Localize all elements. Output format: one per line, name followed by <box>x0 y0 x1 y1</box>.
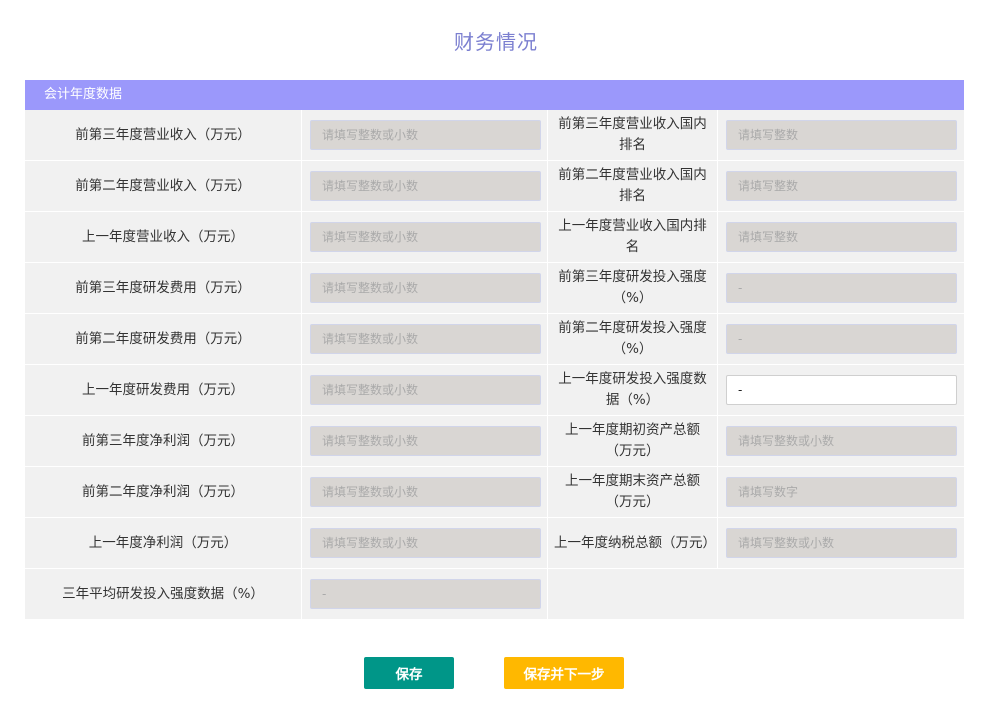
closing-total-assets-input[interactable] <box>726 477 957 507</box>
field-label: 上一年度营业收入国内排名 <box>548 212 718 263</box>
table-row: 前第二年度研发费用（万元） 前第二年度研发投入强度（%） <box>25 314 964 365</box>
field-label: 上一年度研发投入强度数据（%） <box>548 365 718 416</box>
table-row: 前第三年度研发费用（万元） 前第三年度研发投入强度（%） <box>25 263 964 314</box>
section-header: 会计年度数据 <box>25 80 964 110</box>
table-row: 上一年度营业收入（万元） 上一年度营业收入国内排名 <box>25 212 964 263</box>
field-label: 上一年度营业收入（万元） <box>25 212 302 263</box>
rd-intensity-last-year-input[interactable] <box>726 375 957 405</box>
fiscal-year-section: 会计年度数据 前第三年度营业收入（万元） 前第三年度营业收入国内排名 前第二年度… <box>25 80 964 620</box>
revenue-rank-year-minus3-input[interactable] <box>726 120 957 150</box>
field-label: 上一年度期初资产总额（万元） <box>548 416 718 467</box>
net-profit-year-minus3-input[interactable] <box>310 426 541 456</box>
table-row: 前第三年度净利润（万元） 上一年度期初资产总额（万元） <box>25 416 964 467</box>
rd-expense-year-minus2-input[interactable] <box>310 324 541 354</box>
field-label: 前第三年度净利润（万元） <box>25 416 302 467</box>
revenue-rank-last-year-input[interactable] <box>726 222 957 252</box>
save-and-next-button[interactable]: 保存并下一步 <box>504 657 624 689</box>
table-row: 前第二年度营业收入（万元） 前第二年度营业收入国内排名 <box>25 161 964 212</box>
revenue-year-minus3-input[interactable] <box>310 120 541 150</box>
revenue-rank-year-minus2-input[interactable] <box>726 171 957 201</box>
rd-expense-year-minus3-input[interactable] <box>310 273 541 303</box>
table-row: 三年平均研发投入强度数据（%） <box>25 569 964 620</box>
field-label: 前第二年度净利润（万元） <box>25 467 302 518</box>
opening-total-assets-input[interactable] <box>726 426 957 456</box>
rd-intensity-year-minus3-field <box>726 273 957 303</box>
financial-form-page: 财务情况 会计年度数据 前第三年度营业收入（万元） 前第三年度营业收入国内排名 … <box>0 0 992 704</box>
table-row: 上一年度净利润（万元） 上一年度纳税总额（万元） <box>25 518 964 569</box>
field-label: 上一年度研发费用（万元） <box>25 365 302 416</box>
table-row: 上一年度研发费用（万元） 上一年度研发投入强度数据（%） <box>25 365 964 416</box>
rd-intensity-year-minus2-field <box>726 324 957 354</box>
field-label: 前第二年度营业收入国内排名 <box>548 161 718 212</box>
empty-cell <box>548 569 964 620</box>
field-label: 前第二年度研发费用（万元） <box>25 314 302 365</box>
field-label: 前第三年度营业收入（万元） <box>25 110 302 161</box>
page-title: 财务情况 <box>454 30 538 54</box>
field-label: 三年平均研发投入强度数据（%） <box>25 569 302 620</box>
avg-rd-intensity-field <box>310 579 541 609</box>
revenue-last-year-input[interactable] <box>310 222 541 252</box>
net-profit-last-year-input[interactable] <box>310 528 541 558</box>
rd-expense-last-year-input[interactable] <box>310 375 541 405</box>
field-label: 上一年度净利润（万元） <box>25 518 302 569</box>
field-label: 前第三年度研发费用（万元） <box>25 263 302 314</box>
total-tax-input[interactable] <box>726 528 957 558</box>
net-profit-year-minus2-input[interactable] <box>310 477 541 507</box>
field-label: 前第二年度研发投入强度（%） <box>548 314 718 365</box>
revenue-year-minus2-input[interactable] <box>310 171 541 201</box>
field-label: 前第二年度营业收入（万元） <box>25 161 302 212</box>
field-label: 前第三年度研发投入强度（%） <box>548 263 718 314</box>
table-row: 前第三年度营业收入（万元） 前第三年度营业收入国内排名 <box>25 110 964 161</box>
table-row: 前第二年度净利润（万元） 上一年度期末资产总额（万元） <box>25 467 964 518</box>
field-label: 上一年度期末资产总额（万元） <box>548 467 718 518</box>
field-label: 上一年度纳税总额（万元） <box>548 518 718 569</box>
field-label: 前第三年度营业收入国内排名 <box>548 110 718 161</box>
save-button[interactable]: 保存 <box>364 657 454 689</box>
